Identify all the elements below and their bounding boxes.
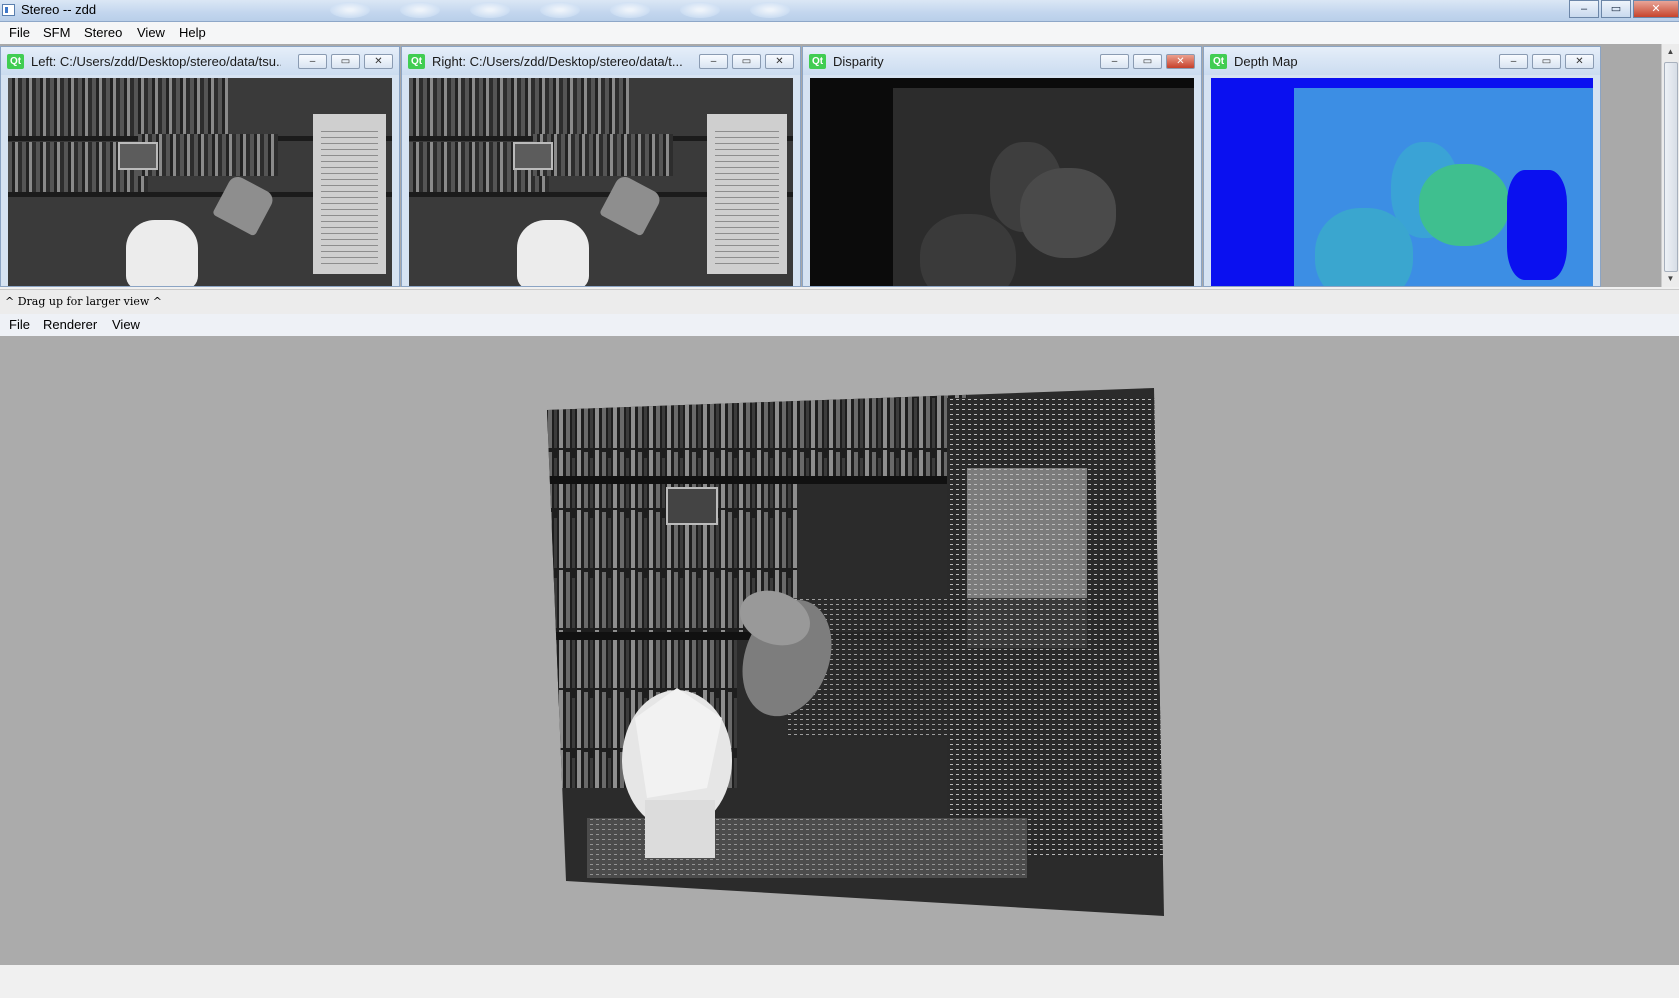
subwindow-disparity[interactable]: Qt Disparity – ▭ ✕	[802, 46, 1202, 287]
subwindow-title: Disparity	[833, 54, 884, 69]
scrollbar-thumb[interactable]	[1664, 62, 1678, 272]
window-controls: – ▭ ✕	[1567, 0, 1679, 19]
renderer-menu-renderer[interactable]: Renderer	[43, 317, 97, 332]
subwindow-restore-button[interactable]: ▭	[732, 54, 761, 69]
mdi-area: Qt Left: C:/Users/zdd/Desktop/stereo/dat…	[0, 44, 1662, 287]
status-bar	[0, 965, 1679, 998]
menu-sfm[interactable]: SFM	[43, 25, 70, 40]
app-icon	[2, 4, 15, 16]
scroll-down-arrow-icon[interactable]: ▼	[1662, 271, 1679, 287]
subwindow-close-button[interactable]: ✕	[765, 54, 794, 69]
view-splitter-handle[interactable]: ^ Drag up for larger view ^	[0, 289, 1679, 315]
point-cloud-render[interactable]	[547, 388, 1164, 916]
subwindow-minimize-button[interactable]: –	[699, 54, 728, 69]
main-menubar: File SFM Stereo View Help	[0, 22, 1679, 45]
subwindow-depth-map[interactable]: Qt Depth Map – ▭ ✕	[1203, 46, 1601, 287]
subwindow-restore-button[interactable]: ▭	[1532, 54, 1561, 69]
subwindow-restore-button[interactable]: ▭	[1133, 54, 1162, 69]
depth-map-image	[1211, 78, 1593, 286]
left-image-view	[8, 78, 392, 286]
subwindow-titlebar[interactable]: Qt Disparity – ▭ ✕	[803, 47, 1201, 75]
mdi-vertical-scrollbar[interactable]: ▲ ▼	[1661, 44, 1679, 287]
subwindow-minimize-button[interactable]: –	[1499, 54, 1528, 69]
scroll-up-arrow-icon[interactable]: ▲	[1662, 44, 1679, 60]
splitter-hint-text: ^ Drag up for larger view ^	[5, 295, 162, 308]
subwindow-titlebar[interactable]: Qt Depth Map – ▭ ✕	[1204, 47, 1600, 75]
left-stereo-image	[8, 78, 392, 286]
renderer-menu-file[interactable]: File	[9, 317, 30, 332]
subwindow-title: Right: C:/Users/zdd/Desktop/stereo/data/…	[432, 54, 682, 69]
qt-logo-icon: Qt	[1210, 54, 1227, 69]
renderer-menu-view[interactable]: View	[112, 317, 140, 332]
subwindow-close-button[interactable]: ✕	[1166, 54, 1195, 69]
subwindow-restore-button[interactable]: ▭	[331, 54, 360, 69]
menu-help[interactable]: Help	[179, 25, 206, 40]
subwindow-close-button[interactable]: ✕	[364, 54, 393, 69]
close-button[interactable]: ✕	[1633, 0, 1679, 18]
depth-image-view	[1211, 78, 1593, 286]
subwindow-close-button[interactable]: ✕	[1565, 54, 1594, 69]
qt-logo-icon: Qt	[7, 54, 24, 69]
disparity-image-view	[810, 78, 1194, 286]
subwindow-minimize-button[interactable]: –	[298, 54, 327, 69]
subwindow-titlebar[interactable]: Qt Left: C:/Users/zdd/Desktop/stereo/dat…	[1, 47, 399, 75]
menu-view[interactable]: View	[137, 25, 165, 40]
disparity-map-image	[810, 78, 1194, 286]
menu-file[interactable]: File	[9, 25, 30, 40]
subwindow-title: Left: C:/Users/zdd/Desktop/stereo/data/t…	[31, 54, 281, 69]
subwindow-titlebar[interactable]: Qt Right: C:/Users/zdd/Desktop/stereo/da…	[402, 47, 800, 75]
minimize-button[interactable]: –	[1569, 0, 1599, 18]
subwindow-minimize-button[interactable]: –	[1100, 54, 1129, 69]
right-stereo-image	[409, 78, 793, 286]
qt-logo-icon: Qt	[408, 54, 425, 69]
maximize-button[interactable]: ▭	[1601, 0, 1631, 18]
subwindow-right[interactable]: Qt Right: C:/Users/zdd/Desktop/stereo/da…	[401, 46, 801, 287]
menu-stereo[interactable]: Stereo	[84, 25, 122, 40]
subwindow-left[interactable]: Qt Left: C:/Users/zdd/Desktop/stereo/dat…	[0, 46, 400, 287]
window-titlebar: Stereo -- zdd – ▭ ✕	[0, 0, 1679, 22]
taskbar-glow-decoration	[330, 0, 850, 21]
right-image-view	[409, 78, 793, 286]
window-title: Stereo -- zdd	[21, 2, 97, 17]
subwindow-title: Depth Map	[1234, 54, 1298, 69]
renderer-menubar: File Renderer View	[0, 314, 1679, 337]
qt-logo-icon: Qt	[809, 54, 826, 69]
